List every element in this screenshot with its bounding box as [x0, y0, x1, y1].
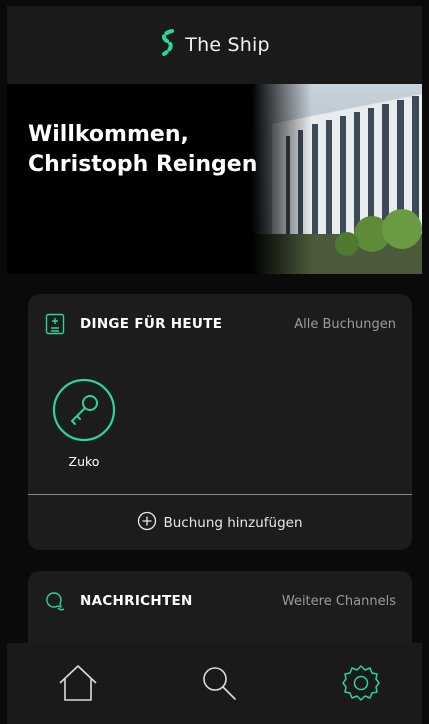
- tab-search[interactable]: [197, 663, 241, 707]
- add-booking-label: Buchung hinzufügen: [163, 514, 303, 531]
- tab-settings[interactable]: [339, 663, 383, 707]
- ship-logo-icon: [159, 28, 177, 62]
- home-icon: [57, 663, 99, 707]
- messages-title: NACHRICHTEN: [80, 593, 193, 609]
- messages-card-header: NACHRICHTEN Weitere Channels: [28, 571, 412, 631]
- search-icon: [199, 663, 239, 707]
- chat-icon: [44, 590, 66, 612]
- key-icon: [52, 378, 116, 442]
- app-title: The Ship: [185, 34, 270, 56]
- tab-bar: [7, 643, 422, 724]
- tab-home[interactable]: [56, 663, 100, 707]
- app-header: The Ship: [7, 6, 422, 84]
- zuko-label: Zuko: [68, 454, 100, 469]
- settings-icon: [341, 663, 381, 707]
- today-card: DINGE FÜR HEUTE Alle Buchungen Zuko Buch…: [28, 294, 412, 550]
- calendar-plus-icon: [44, 313, 66, 335]
- today-card-header: DINGE FÜR HEUTE Alle Buchungen: [28, 294, 412, 354]
- welcome-text: Willkommen, Christoph Reingen: [28, 120, 257, 180]
- add-booking-button[interactable]: Buchung hinzufügen: [28, 495, 412, 550]
- today-title: DINGE FÜR HEUTE: [80, 316, 223, 332]
- hero-banner: Willkommen, Christoph Reingen: [7, 84, 422, 274]
- user-name: Christoph Reingen: [28, 152, 258, 177]
- plus-circle-icon: [137, 511, 157, 535]
- building-image: [252, 84, 422, 274]
- zuko-item[interactable]: Zuko: [50, 378, 118, 469]
- greeting-line: Willkommen,: [28, 122, 189, 147]
- all-bookings-link[interactable]: Alle Buchungen: [294, 317, 396, 332]
- more-channels-link[interactable]: Weitere Channels: [282, 594, 396, 609]
